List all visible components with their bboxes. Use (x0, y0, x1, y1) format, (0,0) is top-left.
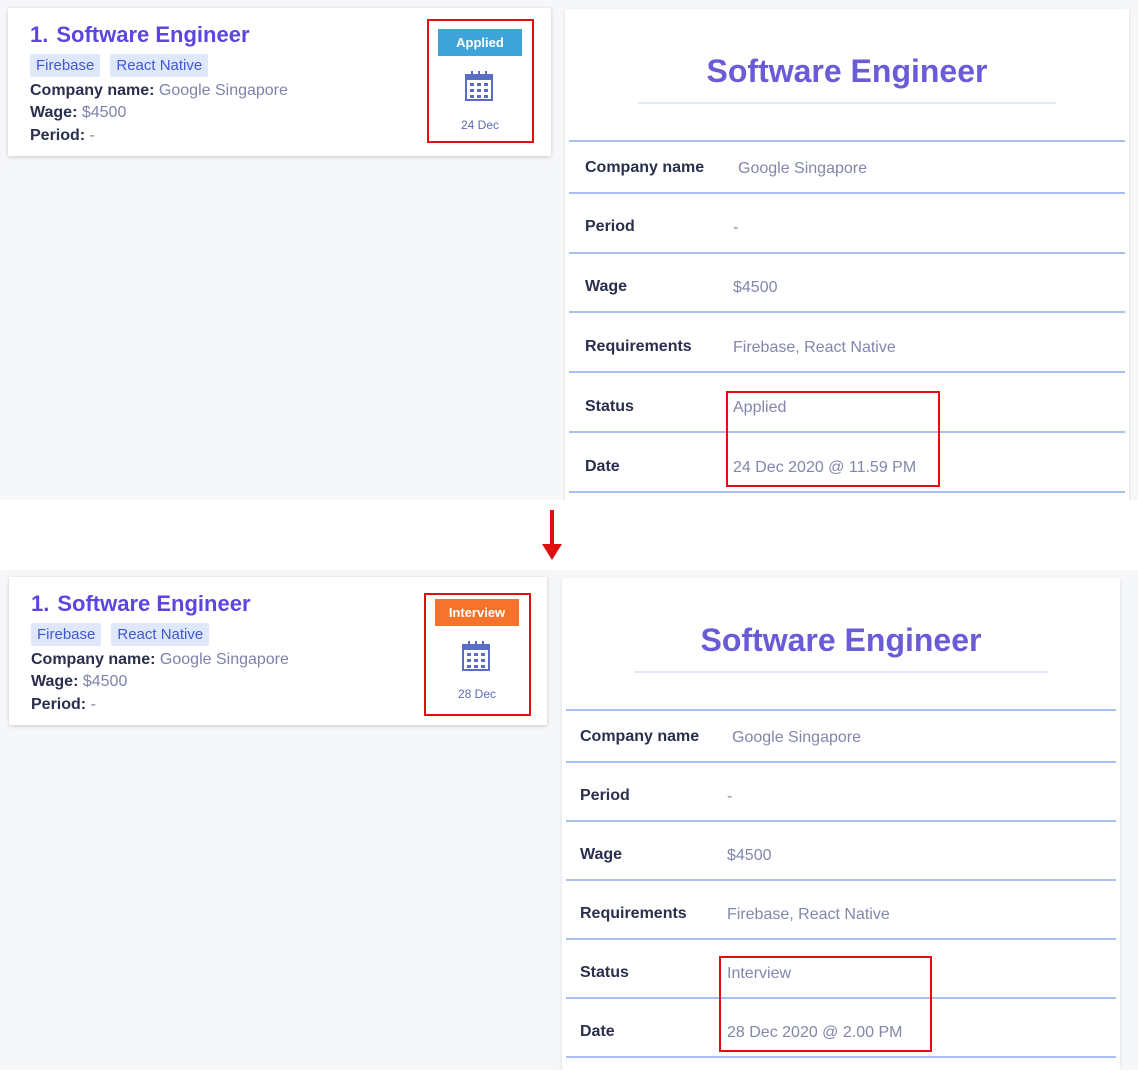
row-label-period: Period (580, 787, 630, 804)
row-label-period: Period (585, 218, 635, 235)
row-divider (566, 1056, 1116, 1058)
row-label-requirements: Requirements (580, 905, 687, 922)
wage-field: Wage: $4500 (30, 104, 126, 122)
period-field: Period: - (31, 696, 96, 714)
wage-value: $4500 (82, 673, 128, 690)
row-label-date: Date (580, 1023, 615, 1040)
title-underline (634, 671, 1048, 673)
highlight-box-card-status (427, 19, 534, 143)
row-label-wage: Wage (580, 846, 623, 863)
row-label-status: Status (580, 964, 629, 981)
row-value-wage: $4500 (733, 279, 778, 296)
tag-list: Firebase React Native (31, 623, 210, 646)
row-divider (569, 192, 1125, 194)
detail-title: Software Engineer (706, 53, 988, 89)
card-index: 1. (30, 22, 49, 47)
row-value-period: - (727, 788, 733, 805)
period-label: Period: (31, 696, 87, 713)
period-label: Period: (30, 127, 86, 144)
card-title-text: Software Engineer (56, 22, 250, 47)
wage-value: $4500 (81, 104, 127, 121)
tag-react-native: React Native (111, 623, 210, 646)
row-divider (566, 709, 1116, 711)
row-value-requirements: Firebase, React Native (727, 906, 890, 923)
wage-label: Wage: (30, 104, 78, 121)
period-value: - (89, 127, 95, 144)
wage-field: Wage: $4500 (31, 673, 127, 691)
company-field: Company name: Google Singapore (30, 82, 288, 100)
title-underline (638, 102, 1056, 104)
card-title-text: Software Engineer (57, 591, 251, 616)
period-value: - (90, 696, 96, 713)
row-divider (569, 491, 1125, 493)
tag-firebase: Firebase (30, 54, 101, 77)
row-divider (566, 820, 1116, 822)
row-label-requirements: Requirements (585, 338, 692, 355)
row-value-company: Google Singapore (732, 729, 861, 746)
row-label-company: Company name (585, 159, 705, 176)
row-divider (566, 938, 1116, 940)
row-label-wage: Wage (585, 278, 628, 295)
row-divider (569, 371, 1125, 373)
row-label-status: Status (585, 398, 634, 415)
row-divider (569, 140, 1125, 142)
row-value-company: Google Singapore (738, 160, 867, 177)
card-title: 1. Software Engineer (30, 22, 250, 48)
row-divider (569, 311, 1125, 313)
row-divider (569, 252, 1125, 254)
row-value-period: - (733, 219, 739, 236)
before-screenshot: 1. Software Engineer Firebase React Nativ… (0, 0, 1138, 500)
highlight-box-card-status (424, 593, 531, 716)
detail-title: Software Engineer (700, 622, 982, 658)
card-index: 1. (31, 591, 50, 616)
tag-react-native: React Native (110, 54, 209, 77)
row-value-wage: $4500 (727, 847, 772, 864)
row-label-company: Company name (580, 728, 700, 745)
row-value-requirements: Firebase, React Native (733, 339, 896, 356)
company-value: Google Singapore (159, 651, 289, 668)
period-field: Period: - (30, 127, 95, 145)
company-label: Company name: (31, 651, 156, 668)
tag-list: Firebase React Native (30, 54, 209, 77)
card-title: 1. Software Engineer (31, 591, 251, 617)
company-value: Google Singapore (158, 82, 288, 99)
arrow-down-icon (542, 510, 562, 560)
wage-label: Wage: (31, 673, 79, 690)
after-screenshot: 1. Software Engineer Firebase React Nativ… (0, 570, 1138, 1070)
highlight-box-detail-status (719, 956, 932, 1052)
company-label: Company name: (30, 82, 155, 99)
row-divider (566, 761, 1116, 763)
row-divider (566, 879, 1116, 881)
tag-firebase: Firebase (31, 623, 102, 646)
company-field: Company name: Google Singapore (31, 651, 289, 669)
row-label-date: Date (585, 458, 620, 475)
highlight-box-detail-status (726, 391, 940, 487)
